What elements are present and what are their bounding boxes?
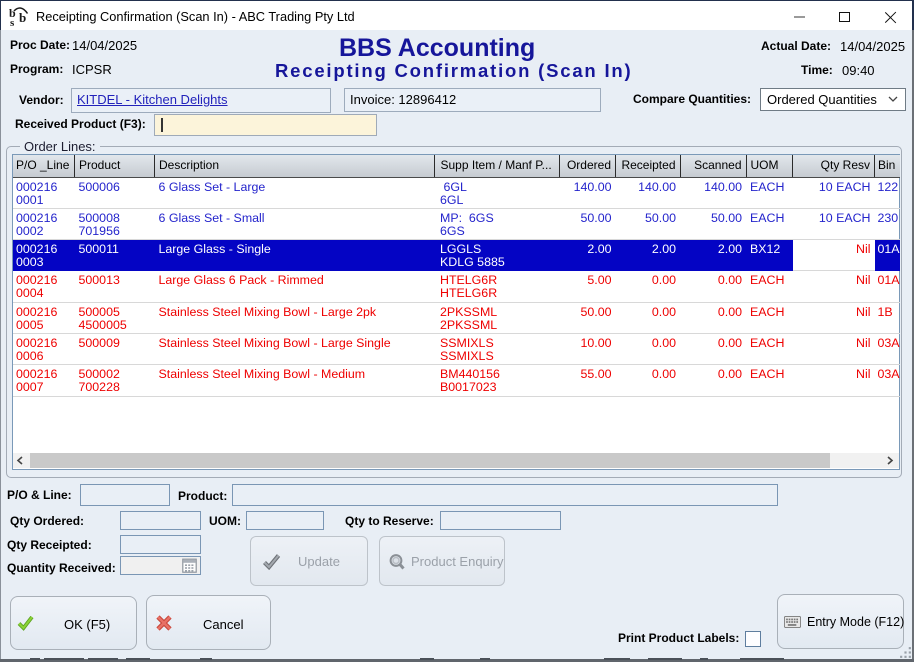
svg-text:b: b: [19, 10, 26, 25]
svg-text:s: s: [10, 17, 15, 27]
